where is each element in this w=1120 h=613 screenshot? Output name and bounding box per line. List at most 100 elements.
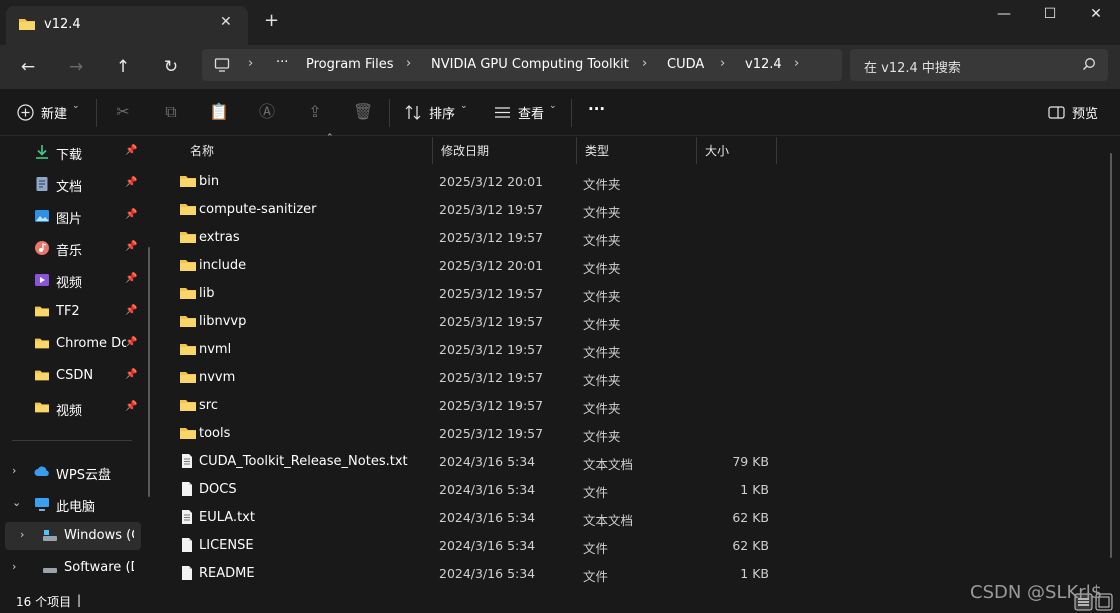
file-name: tools (199, 426, 231, 441)
more-options-button[interactable]: ··· (588, 100, 605, 118)
file-date: 2025/3/12 19:57 (439, 314, 544, 329)
refresh-button[interactable]: ↻ (159, 55, 183, 79)
status-bar: 16 个项目 | (0, 590, 1120, 613)
chevron-right-icon[interactable]: › (12, 464, 16, 477)
file-type: 文件夹 (583, 261, 621, 276)
column-header-size[interactable]: 大小 (697, 137, 777, 164)
breadcrumb-cuda[interactable]: CUDA (667, 57, 704, 72)
sidebar-item-label: 图片 (56, 212, 83, 227)
folder-icon (179, 313, 196, 329)
file-row[interactable]: DOCS 2024/3/16 5:34 文件 1 KB (170, 475, 1110, 503)
sidebar-item-videos[interactable]: 视频 📌 (0, 266, 148, 294)
pin-icon[interactable]: 📌 (125, 177, 137, 188)
pin-icon[interactable]: 📌 (125, 305, 137, 316)
video-icon (34, 272, 50, 288)
file-date: 2024/3/16 5:34 (439, 566, 536, 581)
preview-button[interactable]: 预览 (1072, 103, 1098, 122)
file-row[interactable]: libnvvp 2025/3/12 19:57 文件夹 (170, 307, 1110, 335)
text-file-icon (179, 453, 195, 469)
file-row[interactable]: tools 2025/3/12 19:57 文件夹 (170, 419, 1110, 447)
folder-icon (179, 397, 196, 413)
new-button[interactable]: 新建 (41, 103, 67, 122)
breadcrumb-nvidia-toolkit[interactable]: NVIDIA GPU Computing Toolkit (431, 57, 629, 72)
picture-icon (34, 208, 50, 224)
sidebar-item-videos-folder[interactable]: 视频 📌 (0, 394, 148, 422)
file-row[interactable]: CUDA_Toolkit_Release_Notes.txt 2024/3/16 … (170, 447, 1110, 475)
sidebar-item-windows-c[interactable]: › Windows (C:) (5, 522, 141, 550)
back-button[interactable]: ← (16, 55, 40, 79)
sidebar-item-chrome-downloads[interactable]: Chrome Dow 📌 (0, 330, 148, 358)
chevron-right-icon: › (248, 56, 254, 71)
folder-icon (34, 368, 50, 384)
view-button[interactable]: 查看 (518, 103, 544, 122)
file-row[interactable]: bin 2025/3/12 20:01 文件夹 (170, 167, 1110, 195)
pin-icon[interactable]: 📌 (125, 337, 137, 348)
file-row[interactable]: README 2024/3/16 5:34 文件 1 KB (170, 559, 1110, 587)
cut-icon[interactable]: ✂ (113, 102, 133, 122)
minimize-button[interactable]: — (984, 6, 1024, 26)
chevron-down-icon[interactable]: ⌄ (12, 496, 21, 509)
address-bar[interactable]: › ··· Program Files › NVIDIA GPU Computi… (202, 49, 842, 81)
column-header-date[interactable]: 修改日期 (433, 137, 577, 164)
file-row[interactable]: nvvm 2025/3/12 19:57 文件夹 (170, 363, 1110, 391)
close-tab-icon[interactable]: ✕ (220, 14, 232, 30)
file-row[interactable]: extras 2025/3/12 19:57 文件夹 (170, 223, 1110, 251)
sidebar-item-pictures[interactable]: 图片 📌 (0, 202, 148, 230)
sort-button[interactable]: 排序 (429, 103, 455, 122)
rename-icon[interactable]: Ⓐ (257, 102, 277, 122)
address-more-button[interactable]: ··· (276, 55, 288, 70)
sidebar-item-csdn[interactable]: CSDN 📌 (0, 362, 148, 390)
file-name: extras (199, 230, 240, 245)
file-name: nvvm (199, 370, 236, 385)
file-row[interactable]: compute-sanitizer 2025/3/12 19:57 文件夹 (170, 195, 1110, 223)
file-date: 2025/3/12 19:57 (439, 342, 544, 357)
new-tab-button[interactable]: + (264, 12, 279, 30)
share-icon[interactable]: ⇪ (305, 102, 325, 122)
file-type: 文件夹 (583, 401, 621, 416)
close-window-button[interactable]: ✕ (1076, 6, 1116, 26)
sidebar-item-label: Software (D:) (64, 560, 134, 575)
chevron-right-icon: › (642, 56, 648, 71)
sidebar-item-downloads[interactable]: 下载 📌 (0, 138, 148, 166)
chevron-right-icon[interactable]: › (794, 56, 799, 71)
sidebar-item-documents[interactable]: 文档 📌 (0, 170, 148, 198)
sidebar-item-wps-cloud[interactable]: › WPS云盘 (0, 458, 148, 486)
file-row[interactable]: lib 2025/3/12 19:57 文件夹 (170, 279, 1110, 307)
file-size: 62 KB (732, 510, 769, 525)
pin-icon[interactable]: 📌 (125, 145, 137, 156)
forward-button[interactable]: → (64, 55, 88, 79)
file-row[interactable]: include 2025/3/12 20:01 文件夹 (170, 251, 1110, 279)
file-row[interactable]: LICENSE 2024/3/16 5:34 文件 62 KB (170, 531, 1110, 559)
file-name: include (199, 258, 247, 273)
paste-icon[interactable]: 📋 (209, 102, 229, 122)
sidebar-item-music[interactable]: 音乐 📌 (0, 234, 148, 262)
column-header-name[interactable]: 名称 ⌃ (182, 133, 433, 164)
download-icon (34, 144, 50, 160)
sidebar-item-this-pc[interactable]: ⌄ 此电脑 (0, 490, 148, 518)
pin-icon[interactable]: 📌 (125, 369, 137, 380)
delete-icon[interactable]: 🗑 (353, 102, 373, 122)
maximize-button[interactable]: ☐ (1030, 6, 1070, 26)
chevron-right-icon[interactable]: › (12, 560, 16, 573)
file-list-scrollbar[interactable] (1110, 153, 1112, 558)
sidebar-item-software-d[interactable]: › Software (D:) (0, 554, 148, 582)
file-row[interactable]: EULA.txt 2024/3/16 5:34 文本文档 62 KB (170, 503, 1110, 531)
file-row[interactable]: src 2025/3/12 19:57 文件夹 (170, 391, 1110, 419)
sidebar-scrollbar[interactable] (148, 247, 150, 497)
pin-icon[interactable]: 📌 (125, 241, 137, 252)
pin-icon[interactable]: 📌 (125, 401, 137, 412)
breadcrumb-program-files[interactable]: Program Files (306, 57, 394, 72)
up-button[interactable]: ↑ (111, 55, 135, 79)
pin-icon[interactable]: 📌 (125, 209, 137, 220)
sidebar-item-tf2[interactable]: TF2 📌 (0, 298, 148, 326)
chevron-right-icon[interactable]: › (20, 528, 24, 541)
folder-icon (179, 341, 196, 357)
pin-icon[interactable]: 📌 (125, 273, 137, 284)
copy-icon[interactable]: ⧉ (161, 102, 181, 122)
search-box[interactable]: 在 v12.4 中搜索 (850, 49, 1108, 81)
breadcrumb-v12-4[interactable]: v12.4 (745, 57, 782, 72)
column-header-type[interactable]: 类型 (577, 137, 697, 164)
file-row[interactable]: nvml 2025/3/12 19:57 文件夹 (170, 335, 1110, 363)
chevron-down-icon: ⌄ (460, 101, 468, 111)
tab-v12-4[interactable]: v12.4 ✕ (6, 6, 248, 45)
